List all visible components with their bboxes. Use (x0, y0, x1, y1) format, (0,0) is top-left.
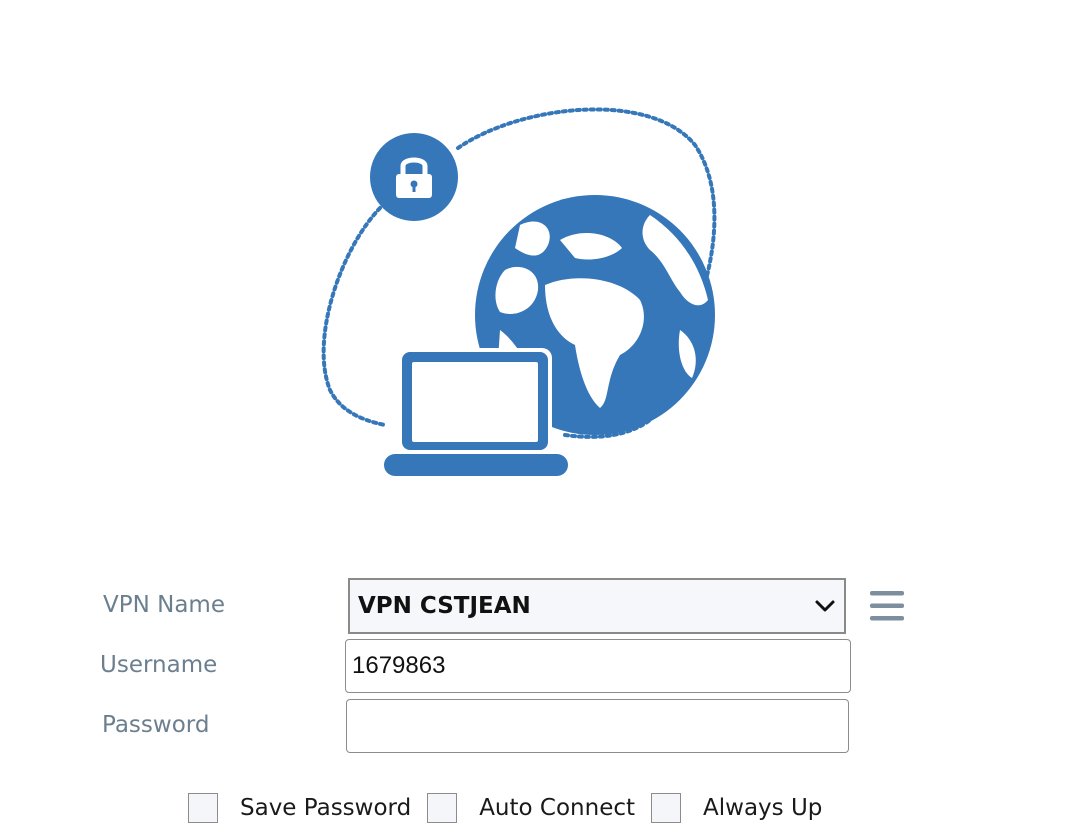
auto-connect-option[interactable]: Auto Connect (427, 793, 635, 823)
auto-connect-label: Auto Connect (479, 795, 636, 821)
chevron-down-icon (815, 600, 835, 612)
auto-connect-checkbox[interactable] (427, 793, 458, 823)
always-up-option[interactable]: Always Up (651, 793, 822, 823)
password-input[interactable] (346, 699, 849, 753)
menu-icon[interactable] (868, 589, 906, 623)
vpn-illustration (321, 107, 717, 476)
laptop-icon (384, 348, 568, 476)
vpn-name-select[interactable]: VPN CSTJEAN (348, 578, 846, 634)
username-input[interactable] (345, 639, 851, 693)
vpn-name-selected-value: VPN CSTJEAN (358, 593, 531, 619)
always-up-checkbox[interactable] (651, 793, 682, 823)
save-password-option[interactable]: Save Password (188, 793, 411, 823)
save-password-label: Save Password (240, 795, 412, 821)
always-up-label: Always Up (703, 795, 823, 821)
vpn-name-label: VPN Name (103, 592, 225, 618)
connection-options: Save Password Auto Connect Always Up (188, 790, 838, 826)
vpn-login-page: VPN Name VPN CSTJEAN Username Password S… (0, 0, 1074, 840)
username-label: Username (100, 652, 218, 678)
save-password-checkbox[interactable] (188, 793, 218, 823)
password-label: Password (102, 712, 210, 738)
lock-icon (370, 133, 458, 221)
